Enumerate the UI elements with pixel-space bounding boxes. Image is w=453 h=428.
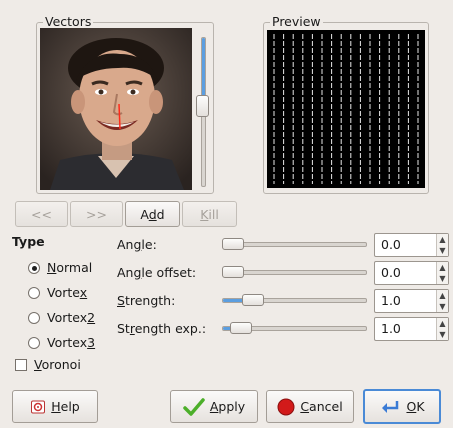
spin-up-icon[interactable]: ▲ — [437, 290, 448, 301]
angle-spin-arrows[interactable]: ▲ ▼ — [436, 234, 448, 256]
angle-offset-label: Angle offset: — [117, 265, 197, 280]
strength-value: 1.0 — [381, 293, 401, 308]
strength-exp-spinbox[interactable]: 1.0 ▲ ▼ — [374, 317, 449, 341]
angle-offset-slider-handle[interactable] — [222, 266, 244, 278]
preview-canvas — [267, 30, 425, 188]
spin-up-icon[interactable]: ▲ — [437, 234, 448, 245]
help-label: Help — [51, 399, 80, 414]
checkmark-icon — [183, 397, 205, 416]
ok-button[interactable]: OK — [363, 389, 441, 424]
voronoi-label[interactable]: Voronoi — [34, 357, 81, 373]
previous-vector-button[interactable]: << — [15, 201, 68, 227]
angle-label: Angle: — [117, 237, 157, 252]
spin-up-icon[interactable]: ▲ — [437, 262, 448, 273]
add-vector-button[interactable]: Add — [125, 201, 180, 227]
help-icon — [30, 399, 46, 415]
radio-vortex-label[interactable]: Vortex — [47, 285, 87, 301]
apply-button[interactable]: Apply — [170, 390, 258, 423]
radio-vortex[interactable] — [28, 287, 40, 299]
strength-exp-slider-handle[interactable] — [230, 322, 252, 334]
kill-vector-button[interactable]: Kill — [182, 201, 237, 227]
radio-vortex3[interactable] — [28, 337, 40, 349]
angle-value: 0.0 — [381, 237, 401, 252]
strength-exp-label: Strength exp.: — [117, 321, 207, 336]
strength-spinbox[interactable]: 1.0 ▲ ▼ — [374, 289, 449, 313]
face-photo — [40, 28, 192, 190]
radio-vortex2-label[interactable]: Vortex2 — [47, 310, 95, 326]
vector-source-image[interactable] — [40, 28, 192, 190]
next-vector-label: >> — [86, 206, 107, 222]
stop-icon — [277, 398, 295, 416]
strength-label: Strength: — [117, 293, 176, 308]
angle-spinbox[interactable]: 0.0 ▲ ▼ — [374, 233, 449, 257]
help-button[interactable]: Help — [12, 390, 98, 423]
strength-spin-arrows[interactable]: ▲ ▼ — [436, 290, 448, 312]
previous-vector-label: << — [31, 206, 52, 222]
type-heading: Type — [12, 234, 45, 249]
enter-arrow-icon — [379, 399, 401, 415]
kill-vector-label: Kill — [200, 206, 219, 222]
angle-offset-spin-arrows[interactable]: ▲ ▼ — [436, 262, 448, 284]
angle-offset-spinbox[interactable]: 0.0 ▲ ▼ — [374, 261, 449, 285]
apply-label: Apply — [209, 399, 246, 414]
voronoi-checkbox[interactable] — [15, 359, 27, 371]
angle-offset-value: 0.0 — [381, 265, 401, 280]
preview-vector-field — [273, 34, 419, 184]
spin-down-icon[interactable]: ▼ — [437, 245, 448, 256]
radio-normal[interactable] — [28, 262, 40, 274]
strength-exp-value: 1.0 — [381, 321, 401, 336]
ok-label: OK — [406, 399, 425, 414]
spin-down-icon[interactable]: ▼ — [437, 301, 448, 312]
vector-vertical-slider-handle[interactable] — [196, 94, 209, 117]
cancel-label: Cancel — [300, 399, 343, 414]
angle-slider-handle[interactable] — [222, 238, 244, 250]
spin-down-icon[interactable]: ▼ — [437, 273, 448, 284]
next-vector-button[interactable]: >> — [70, 201, 123, 227]
spin-down-icon[interactable]: ▼ — [437, 329, 448, 340]
preview-frame-label: Preview — [270, 14, 323, 30]
strength-slider-handle[interactable] — [242, 294, 264, 306]
cancel-button[interactable]: Cancel — [266, 390, 354, 423]
add-vector-label: Add — [140, 206, 165, 222]
radio-vortex3-label[interactable]: Vortex3 — [47, 335, 95, 351]
radio-normal-label[interactable]: Normal — [47, 260, 92, 276]
strength-exp-spin-arrows[interactable]: ▲ ▼ — [436, 318, 448, 340]
spin-up-icon[interactable]: ▲ — [437, 318, 448, 329]
radio-vortex2[interactable] — [28, 312, 40, 324]
